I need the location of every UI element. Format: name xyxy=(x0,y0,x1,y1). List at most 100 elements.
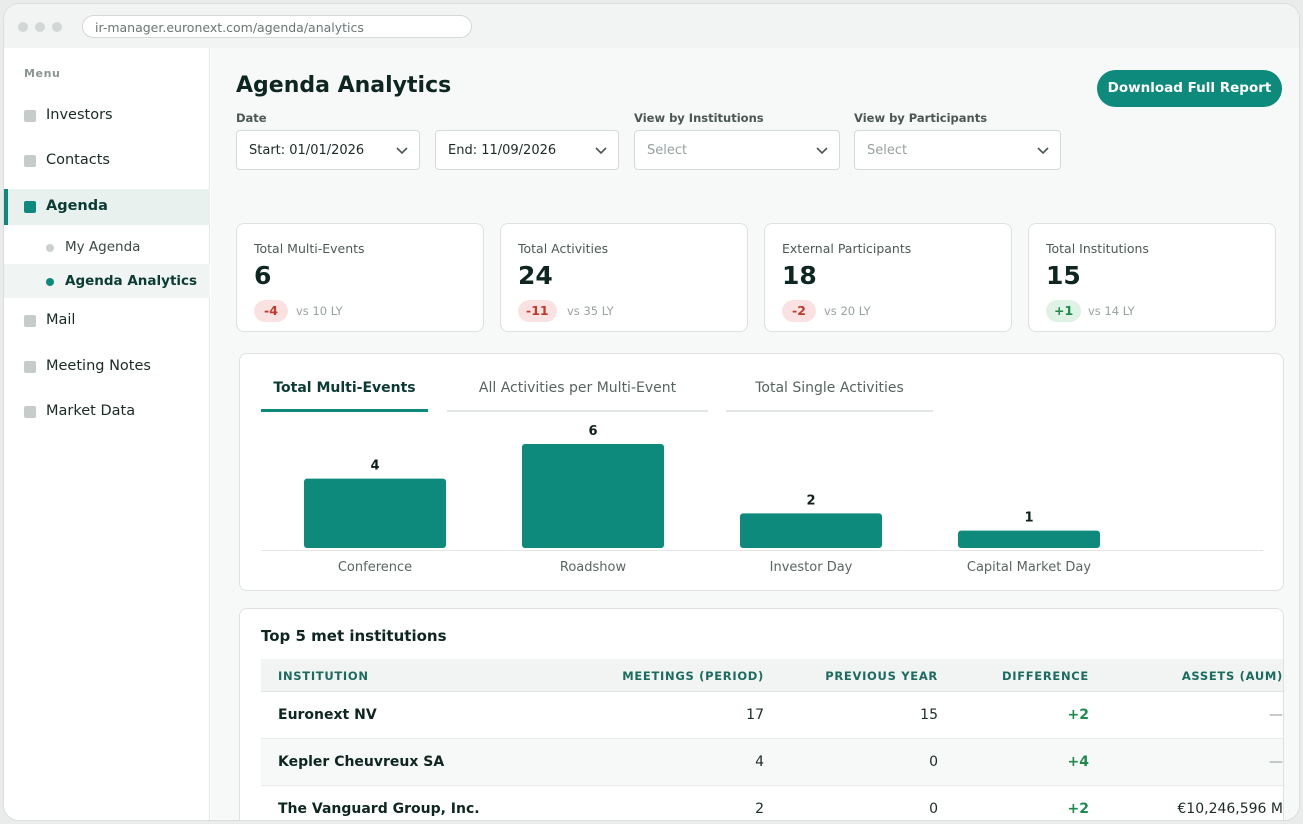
bar-value-label: 1 xyxy=(1024,511,1033,526)
institution-cell: Euronext NV xyxy=(278,707,377,723)
page-title: Agenda Analytics xyxy=(236,73,452,98)
chevron-down-icon xyxy=(396,147,408,155)
column-header-institution[interactable]: INSTITUTION xyxy=(278,669,369,683)
meetings-cell: 17 xyxy=(746,707,764,723)
participants-placeholder: Select xyxy=(867,143,908,158)
sidebar-item-investors[interactable]: Investors xyxy=(4,98,210,134)
sidebar-subitem-label: Agenda Analytics xyxy=(65,273,198,289)
chart-card: Total Multi-Events All Activities per Mu… xyxy=(239,353,1284,591)
contacts-icon xyxy=(24,155,36,167)
kpi-value: 24 xyxy=(518,261,553,290)
column-header-meetings[interactable]: MEETINGS (PERIOD) xyxy=(622,669,764,683)
bar-value-label: 6 xyxy=(588,424,597,439)
column-header-aum[interactable]: ASSETS (AUM) xyxy=(1182,669,1283,683)
kpi-delta-badge: -2 xyxy=(782,300,816,322)
kpi-card-activities: Total Activities 24 -11 vs 35 LY xyxy=(500,223,748,332)
table-row[interactable]: Euronext NV 17 15 +2 — xyxy=(261,692,1283,739)
kpi-delta-badge: -4 xyxy=(254,300,288,322)
institutions-filter-label: View by Institutions xyxy=(634,111,764,125)
bar-chart: 4 Conference 6 Roadshow 2 Investor Day 1 Capita… xyxy=(261,424,1263,575)
kpi-value: 15 xyxy=(1046,261,1081,290)
sidebar-item-label: Market Data xyxy=(46,403,136,419)
end-date-value: End: 11/09/2026 xyxy=(448,143,557,158)
window-minimize-dot[interactable] xyxy=(35,22,45,32)
previous-year-cell: 0 xyxy=(929,801,938,817)
bar-capital-market-day xyxy=(958,530,1100,548)
mail-icon xyxy=(24,315,36,327)
difference-cell: +4 xyxy=(1067,754,1089,770)
bar-conference xyxy=(304,478,446,548)
sidebar-subitem-agenda-analytics[interactable]: Agenda Analytics xyxy=(4,264,210,298)
chevron-down-icon xyxy=(595,147,607,155)
bullet-icon xyxy=(46,278,54,286)
sidebar-subitem-my-agenda[interactable]: My Agenda xyxy=(4,230,210,264)
participants-filter-label: View by Participants xyxy=(854,111,988,125)
date-filter-label: Date xyxy=(236,111,267,125)
aum-cell: €10,246,596 M xyxy=(1177,801,1283,817)
window-maximize-dot[interactable] xyxy=(52,22,62,32)
aum-cell: — xyxy=(1269,707,1283,723)
table-row[interactable]: The Vanguard Group, Inc. 2 0 +2 €10,246,… xyxy=(261,786,1283,820)
column-header-difference[interactable]: DIFFERENCE xyxy=(1002,669,1089,683)
investors-icon xyxy=(24,110,36,122)
column-header-previous-year[interactable]: PREVIOUS YEAR xyxy=(825,669,938,683)
sidebar-item-label: Contacts xyxy=(46,152,110,168)
participants-select[interactable]: Select xyxy=(854,130,1061,170)
menu-label: Menu xyxy=(24,67,61,80)
kpi-card-multi-events: Total Multi-Events 6 -4 vs 10 LY xyxy=(236,223,484,332)
top-institutions-card: Top 5 met institutions INSTITUTION MEETI… xyxy=(239,608,1284,820)
kpi-label: External Participants xyxy=(782,241,912,256)
sidebar-item-mail[interactable]: Mail xyxy=(4,303,210,339)
main-content: Agenda Analytics Download Full Report Da… xyxy=(211,48,1299,820)
download-report-button[interactable]: Download Full Report xyxy=(1097,70,1282,107)
institution-cell: Kepler Cheuvreux SA xyxy=(278,754,445,770)
window-close-dot[interactable] xyxy=(18,22,28,32)
end-date-select[interactable]: End: 11/09/2026 xyxy=(435,130,619,170)
kpi-delta-badge: -11 xyxy=(518,300,557,322)
kpi-last-year: vs 20 LY xyxy=(824,304,871,318)
market-data-icon xyxy=(24,406,36,418)
difference-cell: +2 xyxy=(1067,707,1089,723)
x-tick-label: Conference xyxy=(338,560,412,575)
address-bar[interactable]: ir-manager.euronext.com/agenda/analytics xyxy=(82,15,472,38)
start-date-value: Start: 01/01/2026 xyxy=(249,143,365,158)
sidebar-item-market-data[interactable]: Market Data xyxy=(4,394,210,430)
sidebar-item-label: Investors xyxy=(46,107,113,123)
kpi-last-year: vs 10 LY xyxy=(296,304,343,318)
x-tick-label: Investor Day xyxy=(770,560,853,575)
sidebar-item-agenda[interactable]: Agenda xyxy=(4,189,210,225)
kpi-label: Total Institutions xyxy=(1046,241,1149,256)
institutions-select[interactable]: Select xyxy=(634,130,840,170)
browser-window: ir-manager.euronext.com/agenda/analytics… xyxy=(3,3,1300,821)
agenda-icon xyxy=(24,201,36,213)
sidebar-item-contacts[interactable]: Contacts xyxy=(4,143,210,179)
kpi-label: Total Multi-Events xyxy=(254,241,365,256)
table-row[interactable]: Kepler Cheuvreux SA 4 0 +4 — xyxy=(261,739,1283,786)
bar-value-label: 4 xyxy=(370,459,379,474)
kpi-value: 6 xyxy=(254,261,272,290)
institution-cell: The Vanguard Group, Inc. xyxy=(278,801,480,817)
chevron-down-icon xyxy=(816,147,828,155)
sidebar-item-label: Meeting Notes xyxy=(46,358,151,374)
title-bar: ir-manager.euronext.com/agenda/analytics xyxy=(4,4,1299,48)
meeting-notes-icon xyxy=(24,361,36,373)
kpi-last-year: vs 14 LY xyxy=(1088,304,1135,318)
sidebar-item-meeting-notes[interactable]: Meeting Notes xyxy=(4,349,210,385)
sidebar: Menu Investors Contacts Agenda My Agenda… xyxy=(4,48,210,820)
bullet-icon xyxy=(46,244,54,252)
bar-value-label: 2 xyxy=(806,493,815,508)
kpi-label: Total Activities xyxy=(518,241,609,256)
table-title: Top 5 met institutions xyxy=(261,627,447,645)
previous-year-cell: 15 xyxy=(920,707,938,723)
sidebar-item-label: Mail xyxy=(46,312,76,328)
chevron-down-icon xyxy=(1037,147,1049,155)
table-header: INSTITUTION MEETINGS (PERIOD) PREVIOUS Y… xyxy=(261,659,1283,692)
meetings-cell: 2 xyxy=(755,801,764,817)
kpi-card-external-participants: External Participants 18 -2 vs 20 LY xyxy=(764,223,1012,332)
meetings-cell: 4 xyxy=(755,754,764,770)
institutions-placeholder: Select xyxy=(647,143,688,158)
kpi-value: 18 xyxy=(782,261,817,290)
bar-investor-day xyxy=(740,513,882,548)
start-date-select[interactable]: Start: 01/01/2026 xyxy=(236,130,420,170)
kpi-card-institutions: Total Institutions 15 +1 vs 14 LY xyxy=(1028,223,1276,332)
